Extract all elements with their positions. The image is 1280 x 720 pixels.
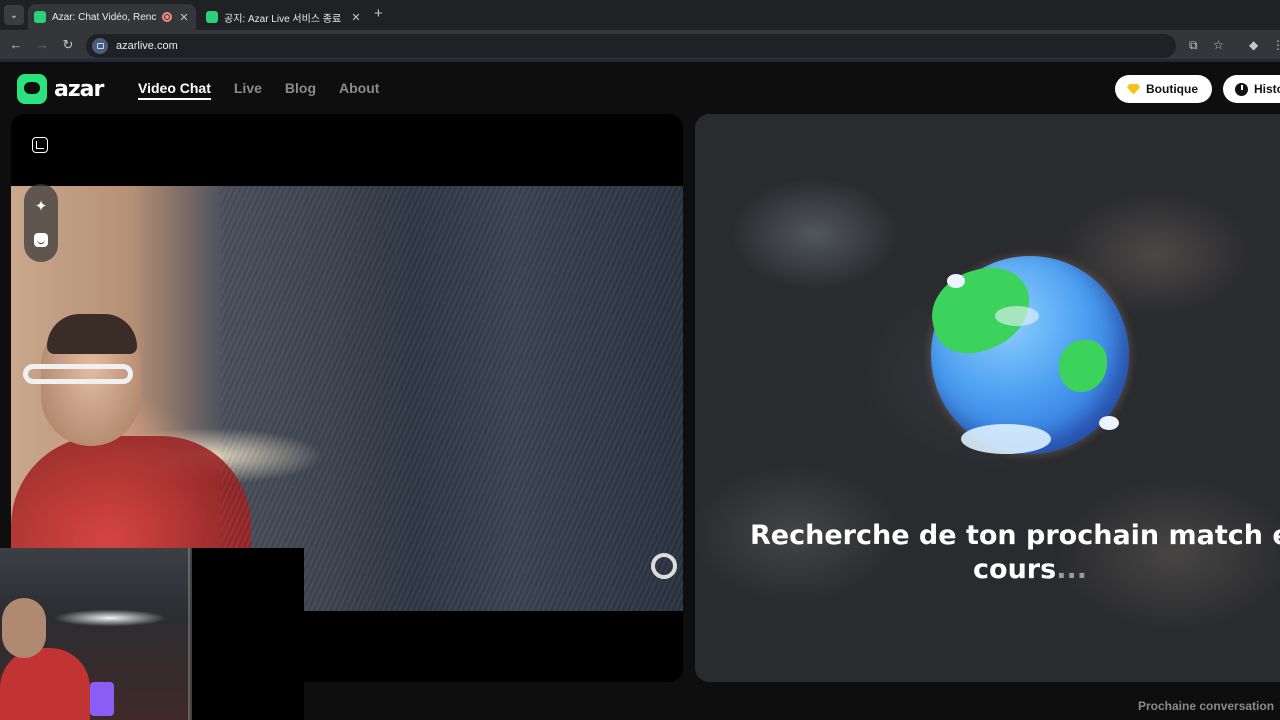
person-hair [47,314,137,354]
globe-land [1059,340,1107,392]
match-search-panel: Recherche de ton prochain match en cours… [695,114,1280,682]
globe-icon [922,256,1129,454]
overlay-divider [188,548,192,720]
boutique-label: Boutique [1146,82,1198,96]
reload-icon[interactable]: ↻ [60,37,76,53]
webcam-feed [0,548,190,720]
forward-icon[interactable]: → [34,37,50,52]
status-line-2: cours [973,554,1057,585]
globe-cloud [995,306,1039,326]
close-icon[interactable]: ✕ [178,11,190,24]
back-icon[interactable]: ← [8,37,24,52]
browser-toolbar: ← → ↻ azarlive.com ⧉ ☆ ◆ ⋮ [0,30,1280,62]
tab-azar-chat[interactable]: Azar: Chat Vidéo, Rencontre ✕ [28,4,196,30]
globe-ice [961,424,1051,454]
main-nav: Video Chat Live Blog About [138,80,379,100]
loading-dots: ... [1056,554,1087,585]
person-shirt [0,648,90,720]
nav-live[interactable]: Live [234,80,262,100]
fullscreen-icon[interactable] [32,137,48,153]
recording-icon [162,12,172,22]
person-head [2,598,46,658]
azar-logo-icon [17,74,47,104]
searching-status-text: Recherche de ton prochain match en cours… [695,519,1280,587]
profile-icon[interactable]: ⋮ [1272,38,1280,52]
tab-azar-notice[interactable]: 공지: Azar Live 서비스 종료 ✕ [200,4,368,30]
tab-search-button[interactable]: ⌄ [4,5,24,25]
extensions-icon[interactable]: ◆ [1249,38,1258,52]
watermark-logo [649,553,679,589]
video-tools: ✦ [24,184,58,262]
history-label: Histo [1254,82,1280,96]
effects-sparkle-icon[interactable]: ✦ [35,199,48,214]
clock-icon [1235,82,1248,96]
gem-icon [1127,83,1140,95]
globe-cloud [1099,416,1119,430]
azar-favicon-icon [206,11,218,23]
cast-icon[interactable]: ⧉ [1189,38,1198,53]
nav-video-chat[interactable]: Video Chat [138,80,211,100]
globe-cloud [947,274,965,288]
phone-in-hand [90,682,114,716]
new-tab-button[interactable]: + [374,5,383,22]
logo-text: azar [54,76,104,102]
tab-title: 공지: Azar Live 서비스 종료 [224,13,342,25]
next-conversation-label[interactable]: Prochaine conversation [1138,699,1274,713]
address-bar[interactable]: azarlive.com [86,34,1176,58]
app-header: azar Video Chat Live Blog About Boutique… [0,65,1280,113]
nav-about[interactable]: About [339,80,379,100]
bookmark-star-icon[interactable]: ☆ [1213,38,1224,52]
nav-blog[interactable]: Blog [285,80,316,100]
boutique-button[interactable]: Boutique [1115,75,1212,103]
azar-logo[interactable]: azar [17,74,104,104]
site-info-icon[interactable] [92,38,108,54]
status-line-1: Recherche de ton prochain match en [750,520,1280,551]
history-button[interactable]: Histo [1223,75,1280,103]
close-icon[interactable]: ✕ [350,11,362,24]
tab-title: Azar: Chat Vidéo, Rencontre [52,11,156,23]
person-glasses [23,364,133,384]
browser-tabbar: ⌄ Azar: Chat Vidéo, Rencontre ✕ 공지: Azar… [0,0,1280,30]
webcam-overlay [0,548,304,720]
url-text: azarlive.com [116,40,178,52]
mask-face-icon[interactable] [34,232,48,247]
azar-favicon-icon [34,11,46,23]
